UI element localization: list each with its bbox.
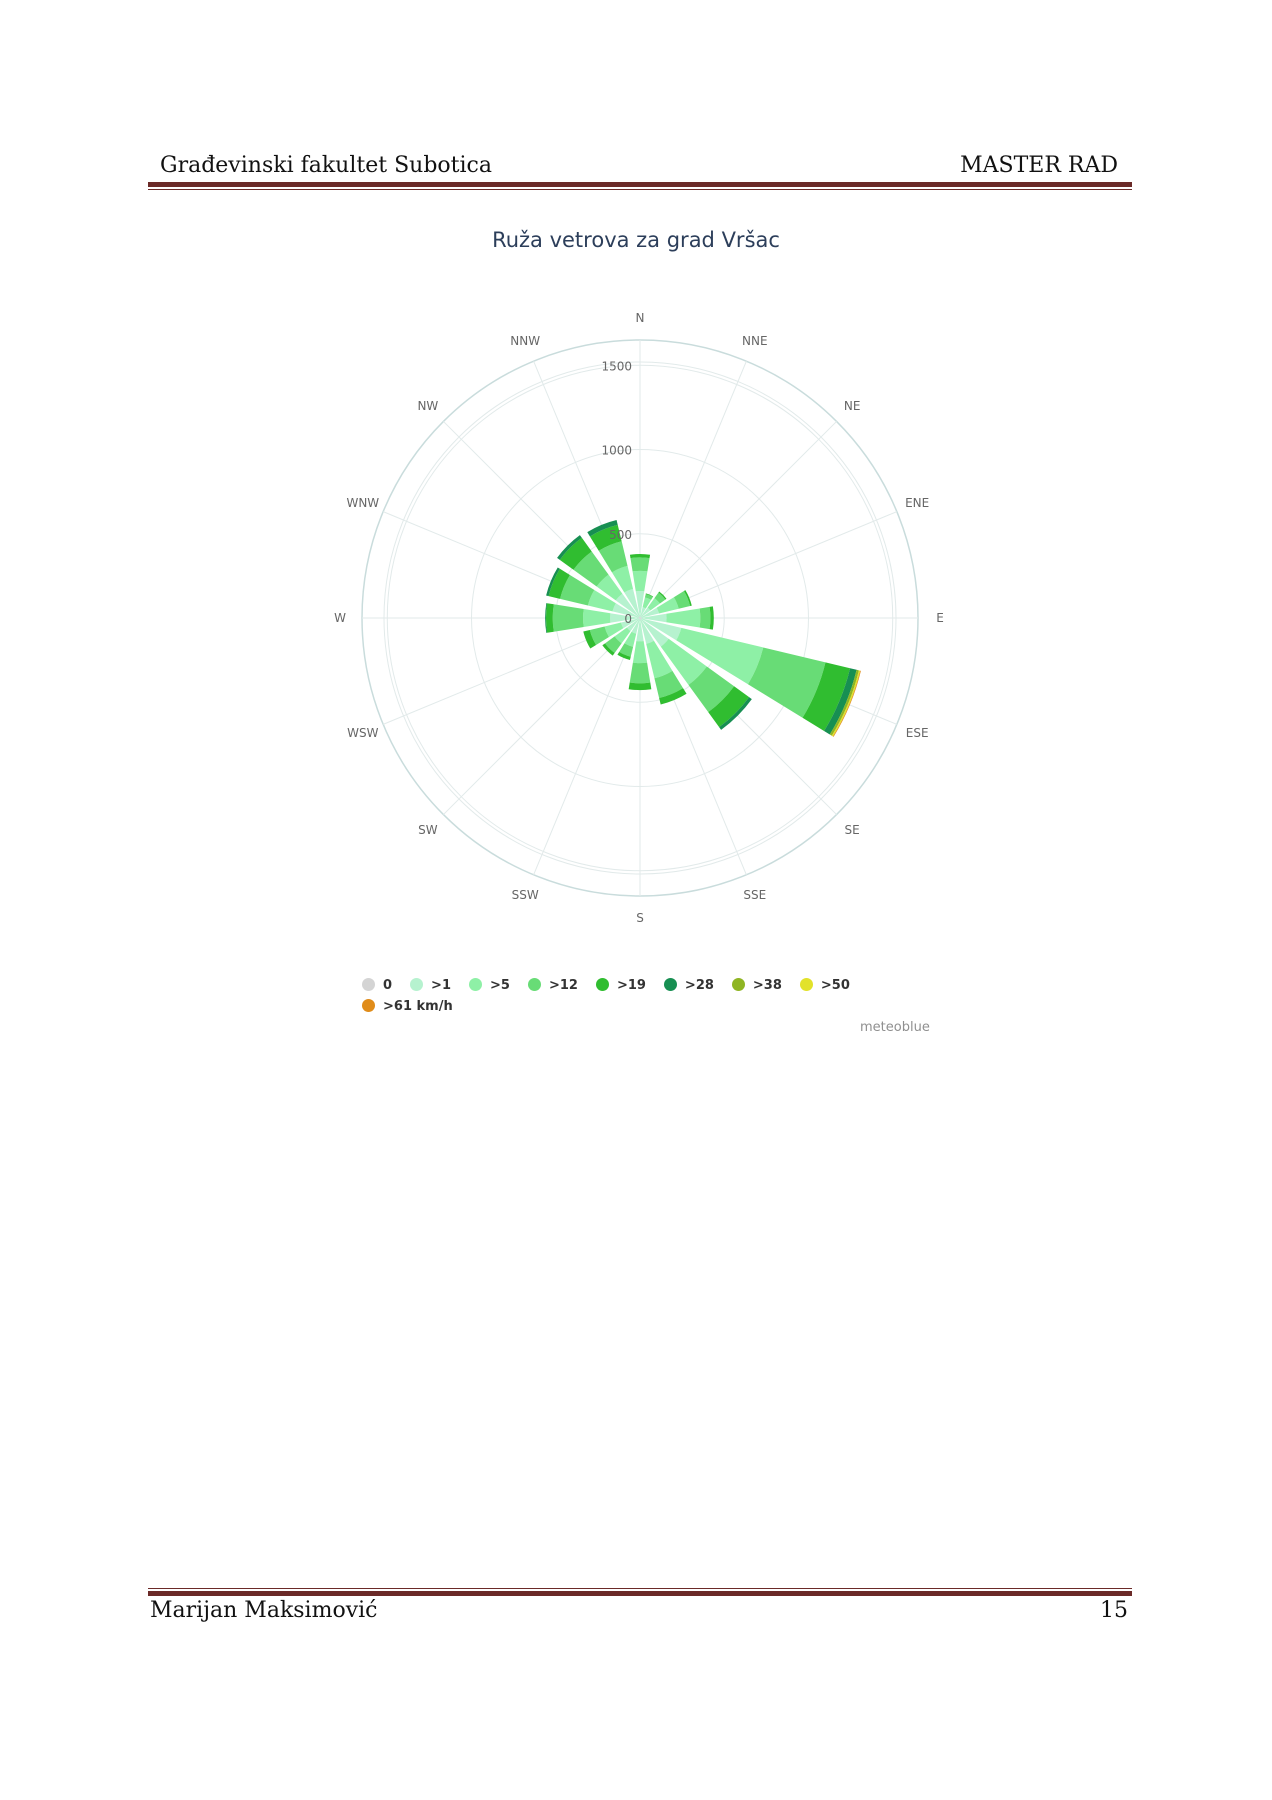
legend-item: >28 (663, 978, 714, 993)
legend-label: >1 (431, 978, 451, 993)
radial-tick-label: 1000 (601, 444, 632, 458)
legend-swatch (469, 978, 482, 991)
direction-label-se: SE (845, 823, 860, 837)
direction-label-wsw: WSW (347, 726, 378, 740)
legend-swatch (362, 978, 375, 991)
direction-label-n: N (636, 311, 645, 325)
chart-credit: meteoblue (860, 1020, 930, 1035)
direction-label-ese: ESE (906, 726, 929, 740)
page-number: 15 (1100, 1598, 1128, 1623)
header-document-type: MASTER RAD (960, 153, 1118, 178)
direction-label-ssw: SSW (512, 888, 539, 902)
legend-item: >1 (410, 978, 451, 993)
legend-item: 0 (362, 978, 392, 993)
radial-tick-label: 1500 (601, 359, 632, 373)
legend-swatch (410, 978, 424, 991)
spoke-nne (639, 360, 747, 619)
bar-w-speed-2 (583, 609, 611, 627)
legend-item: >12 (527, 978, 578, 993)
legend-item: >38 (731, 978, 782, 993)
direction-label-s: S (636, 911, 644, 925)
bar-s-speed-3 (629, 662, 651, 684)
legend-swatch (663, 978, 677, 991)
legend-swatch (731, 978, 745, 991)
bar-s-speed-2 (632, 640, 648, 664)
direction-label-nnw: NNW (510, 334, 540, 348)
direction-label-sw: SW (418, 823, 438, 837)
direction-label-ene: ENE (905, 496, 929, 510)
direction-label-ne: NE (844, 399, 861, 413)
bar-s-speed-4 (628, 682, 652, 691)
legend-item: >19 (595, 978, 646, 993)
legend-item: >50 (799, 978, 850, 993)
legend-swatch (527, 978, 541, 991)
footer-rule (148, 1588, 1132, 1596)
legend-swatch (799, 978, 813, 991)
chart-legend: 0 >1 >5 >12 >19 >28 >38 >50 >61 km/h (362, 978, 942, 1020)
legend-item: >5 (469, 978, 510, 993)
radial-tick-label: 0 (624, 612, 632, 626)
legend-label: >19 (616, 978, 646, 993)
direction-label-nne: NNE (742, 334, 768, 348)
header-institution: Građevinski fakultet Subotica (160, 153, 492, 178)
page-header: Građevinski fakultet Subotica MASTER RAD (160, 148, 1118, 184)
radial-tick-label: 500 (609, 528, 632, 542)
legend-label: >61 km/h (383, 999, 453, 1014)
legend-label: >12 (548, 978, 578, 993)
bar-w-speed-4 (545, 603, 554, 633)
direction-label-w: W (334, 611, 346, 625)
direction-label-nw: NW (417, 399, 438, 413)
direction-label-wnw: WNW (346, 496, 379, 510)
direction-label-sse: SSE (743, 888, 766, 902)
legend-label: >50 (820, 978, 850, 993)
legend-label: >28 (684, 978, 714, 993)
legend-swatch (595, 978, 609, 991)
spoke-ne (639, 421, 837, 619)
bar-n-speed-2 (632, 570, 648, 592)
footer-author: Marijan Maksimović (150, 1598, 378, 1623)
bar-e-speed-3 (699, 606, 711, 630)
bar-e-speed-2 (666, 608, 701, 628)
legend-label: >5 (490, 978, 510, 993)
legend-label: 0 (383, 978, 393, 993)
bar-w-speed-3 (552, 604, 584, 632)
chart-title: Ruža vetrova za grad Vršac (492, 228, 780, 252)
page-footer: Marijan Maksimović 15 (150, 1598, 1128, 1632)
wind-rose-chart: 0 500 1000 1500 N NNE NE ENE E ESE SE SSE S SSW SW WSW W… (334, 311, 944, 925)
bar-n-speed-3 (630, 557, 650, 572)
direction-label-e: E (936, 611, 944, 625)
legend-label: >38 (752, 978, 782, 993)
legend-swatch (362, 999, 375, 1012)
header-rule (148, 182, 1132, 190)
legend-item: >61 km/h (362, 999, 453, 1014)
